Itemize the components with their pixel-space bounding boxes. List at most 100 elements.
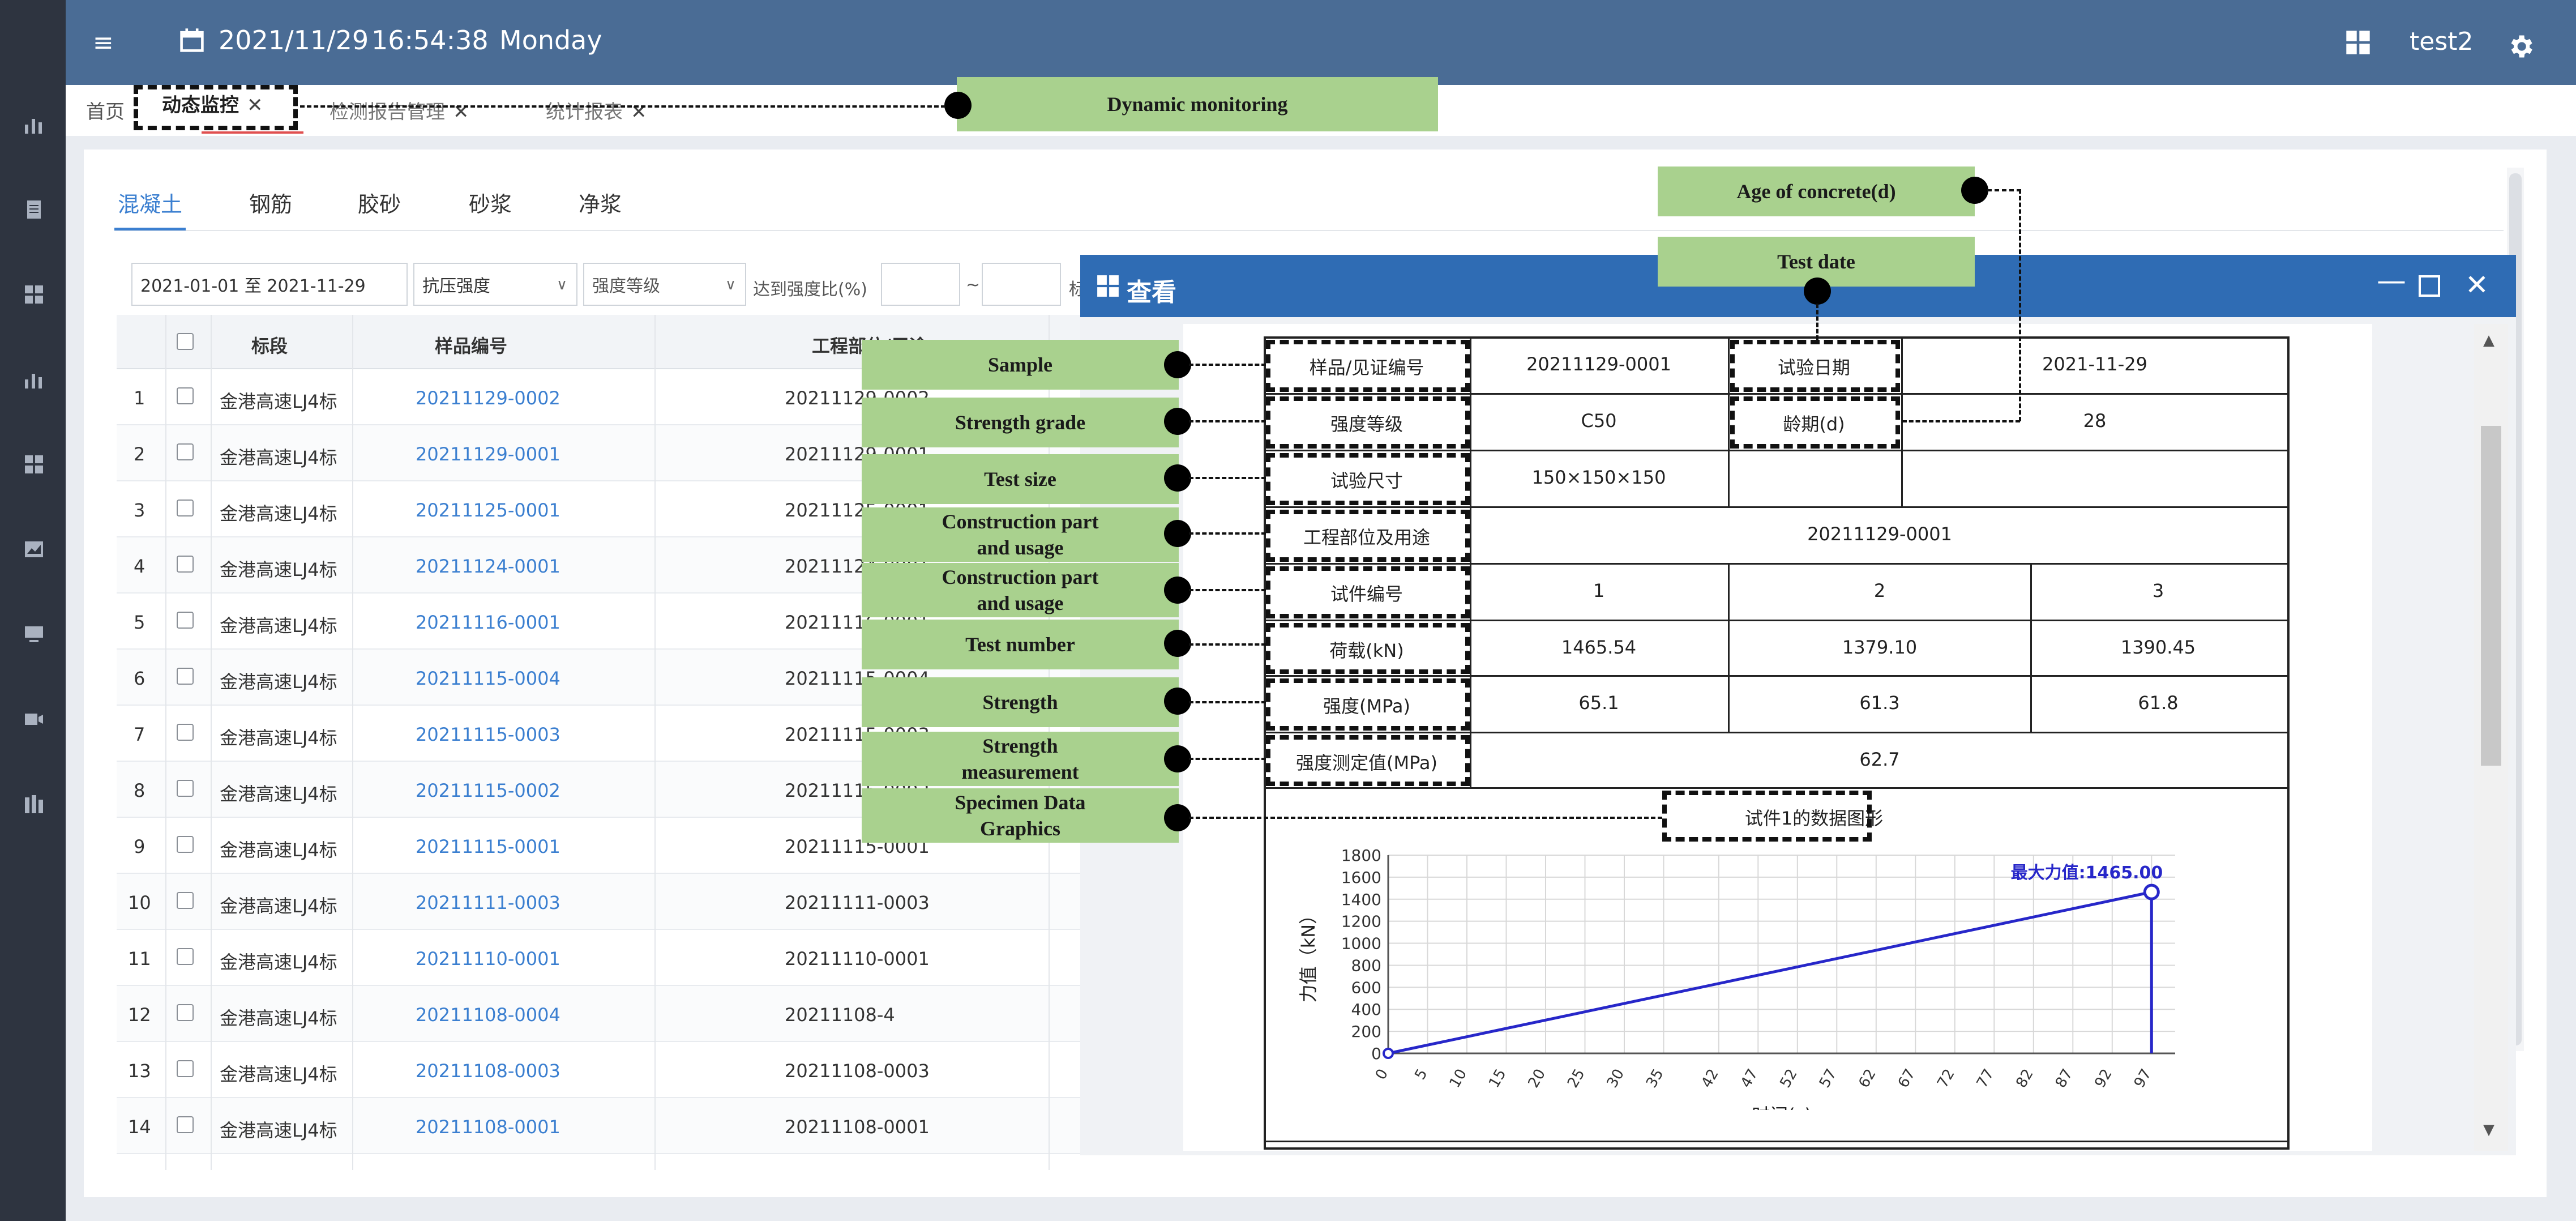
highlight-box [1662,791,1872,842]
row-checkbox[interactable] [177,724,194,741]
strength-grade-select[interactable]: 强度等级 ∨ [583,263,746,306]
measured-value: 62.7 [1859,749,1900,770]
tab-report-management[interactable]: 检测报告管理 ✕ [330,96,469,124]
report-row-divider [1264,675,2290,677]
x-tick-label: 62 [1855,1066,1880,1091]
sample-link[interactable]: 20211115-0004 [416,668,560,689]
bar-chart-icon[interactable] [23,113,45,136]
row-checkbox[interactable] [177,500,194,516]
subtab-mortar[interactable]: 砂浆 [469,187,512,218]
row-checkbox[interactable] [177,556,194,573]
row-checkbox[interactable] [177,612,194,629]
close-icon[interactable]: ✕ [453,101,469,123]
section-cell: 金港高速LJ4标 [220,1120,337,1141]
subtab-paste[interactable]: 净浆 [579,187,622,218]
annotation-dot [1164,804,1191,831]
scroll-down-icon[interactable]: ▼ [2483,1121,2494,1138]
row-checkbox[interactable] [177,892,194,909]
video-icon[interactable] [23,708,45,731]
minimize-icon[interactable]: — [2377,264,2406,298]
sample-link[interactable]: 20211108-0004 [416,1004,560,1026]
subtab-divider [114,230,2504,231]
x-tick-label: 92 [2091,1066,2116,1091]
grid-icon [1097,275,1119,297]
table-row[interactable]: 12 金港高速LJ4标 20211108-0004 20211108-4 [117,986,1158,1042]
ratio-max-input[interactable] [982,263,1061,306]
ratio-min-input[interactable] [881,263,960,306]
row-checkbox[interactable] [177,387,194,404]
row-number: 9 [134,836,146,857]
maximize-icon[interactable] [2419,275,2440,297]
annotation-line: Graphics [979,817,1060,840]
table-row[interactable]: 14 金港高速LJ4标 20211108-0001 20211108-0001 [117,1098,1158,1154]
grid-icon[interactable] [23,283,45,306]
sample-link[interactable]: 20211115-0001 [416,836,560,857]
scrollbar-thumb[interactable] [2481,426,2501,766]
sample-link[interactable]: 20211125-0001 [416,500,560,521]
section-cell: 金港高速LJ4标 [220,615,337,637]
apps-grid-icon[interactable] [2345,29,2371,56]
report-col-divider [1728,563,1730,733]
sample-link[interactable]: 20211116-0001 [416,612,560,633]
annotation-dot [1164,577,1191,604]
menu-toggle-icon[interactable]: ≡ [93,28,114,57]
table-row[interactable]: 10 金港高速LJ4标 20211111-0003 20211111-0003 [117,874,1158,930]
date-range-input[interactable]: 2021-01-01 至 2021-11-29 [131,263,408,306]
row-checkbox[interactable] [177,668,194,685]
row-checkbox[interactable] [177,1116,194,1133]
row-checkbox[interactable] [177,1060,194,1077]
close-icon[interactable]: ✕ [631,101,647,123]
building-icon[interactable] [23,793,45,816]
row-number: 13 [128,1060,151,1082]
bar-chart-icon[interactable] [23,368,45,391]
tab-home[interactable]: 首页 [86,96,125,124]
y-tick-label: 1400 [1341,890,1381,909]
subtab-mortar-sand[interactable]: 胶砂 [358,187,401,218]
annotation-dot [1164,408,1191,435]
sample-link[interactable]: 20211129-0001 [416,443,560,465]
annotation-leader [1189,701,1266,703]
current-user[interactable]: test2 [2410,27,2474,56]
sample-link[interactable]: 20211111-0003 [416,892,560,913]
report-row-divider [1264,506,2290,508]
report-row-divider [1264,393,2290,395]
close-icon[interactable]: ✕ [2465,268,2489,301]
subtab-rebar[interactable]: 钢筋 [249,187,292,218]
chart-panel-icon[interactable] [23,538,45,561]
strength-type-select[interactable]: 抗压强度 ∨ [413,263,577,306]
document-icon[interactable] [23,198,45,221]
table-row[interactable]: 13 金港高速LJ4标 20211108-0003 20211108-0003 [117,1042,1158,1098]
column-divider [352,315,353,1170]
select-all-checkbox[interactable] [177,333,194,350]
row-checkbox[interactable] [177,836,194,853]
part-cell: 20211111-0003 [785,892,930,913]
row-number: 3 [134,500,146,521]
sample-link[interactable]: 20211110-0001 [416,948,560,970]
tab-statistics[interactable]: 统计报表 ✕ [546,96,647,124]
row-checkbox[interactable] [177,443,194,460]
sample-link[interactable]: 20211115-0002 [416,780,560,801]
monitor-icon[interactable] [23,623,45,646]
row-checkbox[interactable] [177,1004,194,1021]
grid-icon[interactable] [23,453,45,476]
sample-link[interactable]: 20211115-0003 [416,724,560,745]
x-axis-title: 时间(s) [1752,1104,1812,1110]
dialog-scrollbar[interactable]: ▲ ▼ [2474,324,2508,1151]
annotation-line: and usage [977,592,1064,614]
sample-link[interactable]: 20211108-0001 [416,1116,560,1138]
row-checkbox[interactable] [177,948,194,965]
subtab-concrete[interactable]: 混凝土 [118,187,182,218]
y-tick-label: 200 [1351,1022,1381,1041]
sample-link[interactable]: 20211108-0003 [416,1060,560,1082]
scroll-up-icon[interactable]: ▲ [2483,332,2494,349]
header-date: 2021/11/29 [219,25,369,56]
test-date-value: 2021-11-29 [2042,353,2147,375]
annotation-dot [1164,464,1191,492]
annotation-age: Age of concrete(d) [1658,166,1975,216]
highlight-box [134,85,298,130]
table-row[interactable]: 11 金港高速LJ4标 20211110-0001 20211110-0001 [117,930,1158,986]
gear-icon[interactable] [2506,32,2535,61]
sample-link[interactable]: 20211129-0002 [416,387,560,409]
row-checkbox[interactable] [177,780,194,797]
sample-link[interactable]: 20211124-0001 [416,556,560,577]
